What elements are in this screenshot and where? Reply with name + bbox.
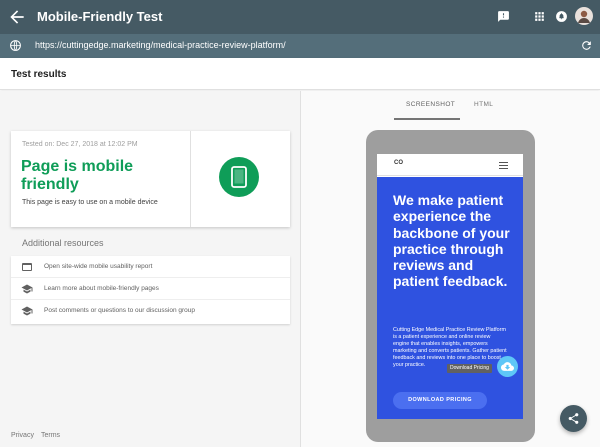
- privacy-link[interactable]: Privacy: [11, 432, 34, 439]
- tested-on-text: Tested on: Dec 27, 2018 at 12:02 PM: [22, 141, 138, 148]
- feedback-icon[interactable]: [497, 10, 510, 23]
- download-pricing-tooltip: Download Pricing: [447, 364, 492, 373]
- share-button[interactable]: [560, 405, 587, 432]
- report-icon: [22, 263, 32, 271]
- download-pricing-floating-button: [497, 356, 518, 377]
- school-icon: [21, 284, 33, 294]
- resources-heading: Additional resources: [22, 238, 104, 248]
- resource-label: Post comments or questions to our discus…: [44, 307, 196, 314]
- app-bar: Mobile-Friendly Test: [0, 0, 600, 34]
- reload-icon[interactable]: [580, 39, 593, 52]
- back-arrow-icon[interactable]: [7, 7, 27, 27]
- tab-html[interactable]: HTML: [474, 101, 493, 108]
- verdict-subtext: This page is easy to use on a mobile dev…: [22, 199, 158, 206]
- site-header: CO: [377, 154, 523, 176]
- globe-icon: [10, 40, 21, 51]
- school-icon: [21, 306, 33, 316]
- share-icon: [568, 413, 579, 424]
- app-title: Mobile-Friendly Test: [37, 9, 163, 24]
- resource-label: Open site-wide mobile usability report: [44, 263, 153, 270]
- hamburger-menu-icon: [499, 162, 508, 169]
- active-tab-indicator: [394, 118, 460, 120]
- results-heading: Test results: [11, 69, 67, 80]
- avatar[interactable]: [575, 7, 593, 25]
- verdict-headline: Page is mobile friendly: [21, 158, 134, 193]
- cloud-download-icon: [501, 362, 514, 371]
- download-pricing-button: DOWNLOAD PRICING: [393, 392, 487, 409]
- site-hero: We make patient experience the backbone …: [377, 177, 523, 419]
- resource-item-learn-more[interactable]: Learn more about mobile-friendly pages: [11, 278, 290, 300]
- tab-screenshot[interactable]: SCREENSHOT: [406, 101, 455, 108]
- resource-label: Learn more about mobile-friendly pages: [44, 285, 159, 292]
- site-logo: CO: [394, 160, 403, 166]
- apps-grid-icon[interactable]: [533, 10, 546, 23]
- mobile-friendly-badge: [219, 157, 259, 197]
- tested-url[interactable]: https://cuttingedge.marketing/medical-pr…: [35, 40, 286, 50]
- notifications-icon[interactable]: [555, 10, 568, 23]
- card-divider: [190, 131, 191, 227]
- verdict-card: Tested on: Dec 27, 2018 at 12:02 PM Page…: [11, 131, 290, 227]
- hero-title: We make patient experience the backbone …: [393, 192, 510, 290]
- results-header: Test results: [0, 58, 600, 90]
- terms-link[interactable]: Terms: [41, 432, 60, 439]
- resource-item-usability-report[interactable]: Open site-wide mobile usability report: [11, 256, 290, 278]
- page-screenshot: CO We make patient experience the backbo…: [377, 154, 523, 419]
- url-bar: https://cuttingedge.marketing/medical-pr…: [0, 34, 600, 58]
- resources-list: Open site-wide mobile usability report L…: [11, 256, 290, 324]
- phone-icon: [231, 166, 247, 188]
- resource-item-discussion-group[interactable]: Post comments or questions to our discus…: [11, 300, 290, 322]
